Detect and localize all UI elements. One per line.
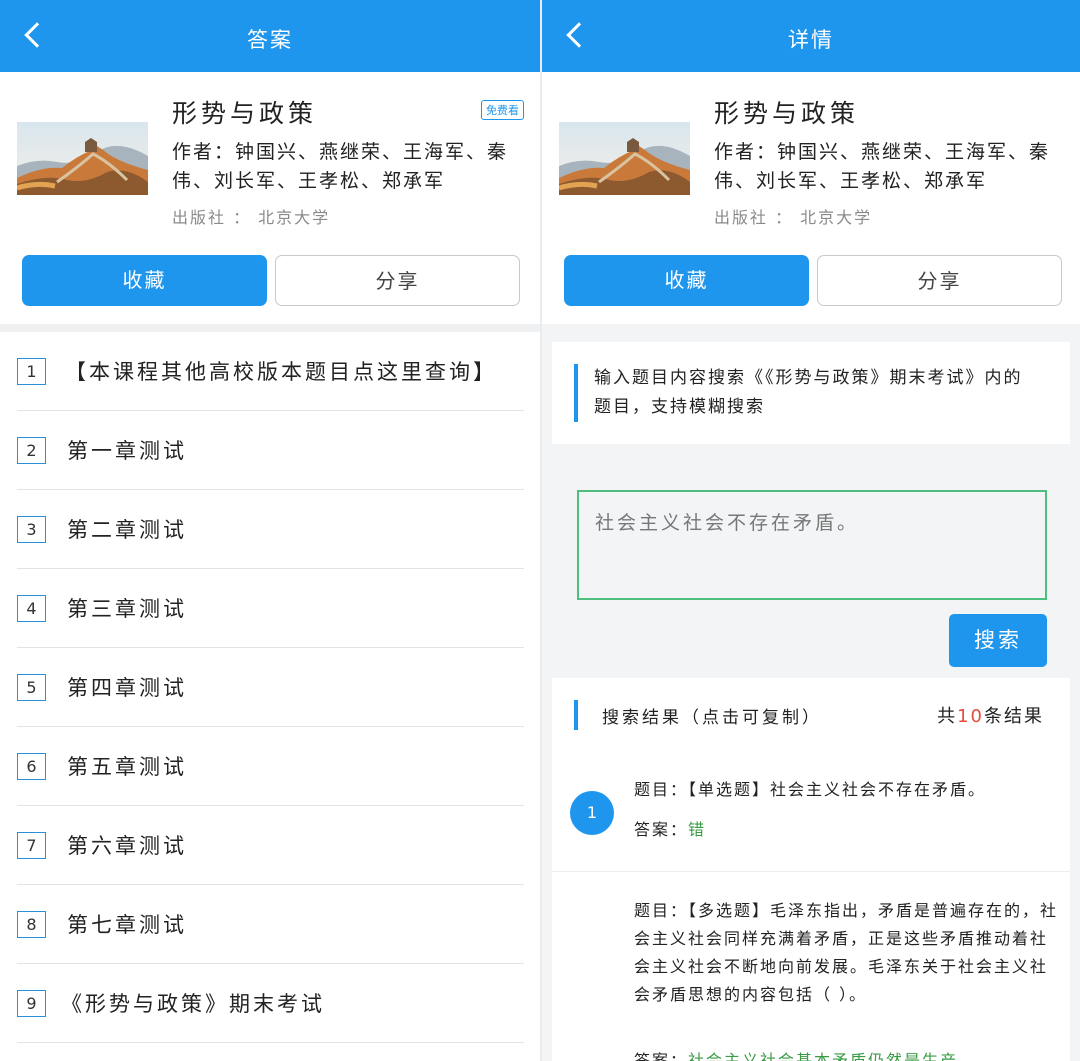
result-answer: 答案：错	[634, 816, 706, 840]
count-suffix: 条结果	[984, 706, 1044, 727]
list-item[interactable]: 6 第五章测试	[17, 727, 524, 806]
result-question: 题目：【单选题】社会主义社会不存在矛盾。	[634, 776, 1060, 804]
chapter-number: 1	[17, 358, 46, 385]
chapter-label: 【本课程其他高校版本题目点这里查询】	[65, 360, 497, 384]
top-bar: 详情	[542, 0, 1080, 72]
book-title: 形势与政策	[172, 99, 318, 128]
book-card: 形势与政策 免费看 作者：钟国兴、燕继荣、王海军、秦伟、刘长军、王孝松、郑承军 …	[0, 72, 540, 324]
chapter-label: 第七章测试	[67, 913, 187, 937]
chapter-label: 第三章测试	[67, 597, 187, 621]
chapter-number: 4	[17, 595, 46, 622]
chapter-number: 5	[17, 674, 46, 701]
chapter-label: 《形势与政策》期末考试	[61, 992, 325, 1016]
result-index-badge: 1	[570, 791, 614, 835]
share-button[interactable]: 分享	[817, 255, 1062, 306]
page-title: 答案	[247, 28, 293, 52]
list-item[interactable]: 2 第一章测试	[17, 411, 524, 490]
chapter-number: 3	[17, 516, 46, 543]
book-publisher: 出版社 ： 北京大学	[714, 208, 873, 227]
chapter-number: 6	[17, 753, 46, 780]
results-count: 共10条结果	[937, 702, 1044, 728]
result-answer: 答案：社会主义社会基本矛盾仍然是生产	[634, 1047, 958, 1061]
question-text: 【单选题】社会主义社会不存在矛盾。	[688, 780, 987, 799]
top-bar: 答案	[0, 0, 540, 72]
search-hint-panel: 输入题目内容搜索《《形势与政策》期末考试》内的题目，支持模糊搜索	[552, 342, 1070, 444]
search-input[interactable]: 社会主义社会不存在矛盾。	[577, 490, 1047, 600]
result-item[interactable]: 题目：【多选题】毛泽东指出，矛盾是普遍存在的，社会主义社会同样充满着矛盾，正是这…	[552, 873, 1070, 1061]
result-question: 题目：【多选题】毛泽东指出，矛盾是普遍存在的，社会主义社会同样充满着矛盾，正是这…	[634, 897, 1060, 1009]
chapter-list: 1 【本课程其他高校版本题目点这里查询】 2 第一章测试 3 第二章测试 4 第…	[0, 332, 540, 1043]
answer-label: 答案：	[634, 820, 689, 839]
question-label: 题目：	[634, 901, 689, 920]
list-item[interactable]: 5 第四章测试	[17, 648, 524, 727]
results-title: 搜索结果（点击可复制）	[602, 708, 822, 728]
answer-label: 答案：	[634, 1051, 689, 1061]
book-title: 形势与政策	[714, 99, 860, 128]
chapter-label: 第一章测试	[67, 439, 187, 463]
favorite-button[interactable]: 收藏	[22, 255, 267, 306]
chapter-label: 第二章测试	[67, 518, 187, 542]
search-hint-text: 输入题目内容搜索《《形势与政策》期末考试》内的题目，支持模糊搜索	[594, 368, 1023, 417]
result-item[interactable]: 1 题目：【单选题】社会主义社会不存在矛盾。 答案：错	[552, 768, 1070, 872]
accent-bar	[574, 700, 578, 730]
question-text: 【多选题】毛泽东指出，矛盾是普遍存在的，社会主义社会同样充满着矛盾，正是这些矛盾…	[634, 901, 1059, 1004]
book-cover-image[interactable]	[17, 122, 148, 195]
list-item[interactable]: 9 《形势与政策》期末考试	[17, 964, 524, 1043]
book-publisher: 出版社 ： 北京大学	[172, 208, 331, 227]
list-item[interactable]: 8 第七章测试	[17, 885, 524, 964]
free-badge: 免费看	[481, 100, 524, 120]
book-cover-image[interactable]	[559, 122, 690, 195]
count-prefix: 共	[937, 706, 958, 727]
page-title: 详情	[788, 28, 834, 52]
chapter-number: 7	[17, 832, 46, 859]
question-label: 题目：	[634, 780, 689, 799]
accent-bar	[574, 364, 578, 422]
favorite-button[interactable]: 收藏	[564, 255, 809, 306]
share-button[interactable]: 分享	[275, 255, 520, 306]
chapter-label: 第四章测试	[67, 676, 187, 700]
list-item[interactable]: 4 第三章测试	[17, 569, 524, 648]
chapter-number: 9	[17, 990, 46, 1017]
count-number: 10	[957, 706, 984, 727]
chapter-label: 第六章测试	[67, 834, 187, 858]
book-authors: 作者：钟国兴、燕继荣、王海军、秦伟、刘长军、王孝松、郑承军	[714, 141, 1051, 192]
list-item[interactable]: 7 第六章测试	[17, 806, 524, 885]
details-screen: 详情 形势与政策 作者：钟国兴、燕继荣、王海军、秦伟、刘长军、王孝松、郑承军 出…	[542, 0, 1080, 1061]
search-button[interactable]: 搜索	[949, 614, 1047, 667]
answers-screen: 答案 形势与政策 免费看 作者：钟国兴、燕继荣、王海军、秦伟、刘长军、王孝松、郑…	[0, 0, 540, 1061]
results-panel: 搜索结果（点击可复制） 共10条结果 1 题目：【单选题】社会主义社会不存在矛盾…	[552, 678, 1070, 1061]
book-authors: 作者：钟国兴、燕继荣、王海军、秦伟、刘长军、王孝松、郑承军	[172, 141, 509, 192]
chapter-number: 2	[17, 437, 46, 464]
chapter-number: 8	[17, 911, 46, 938]
list-item[interactable]: 1 【本课程其他高校版本题目点这里查询】	[17, 332, 524, 411]
book-card: 形势与政策 作者：钟国兴、燕继荣、王海军、秦伟、刘长军、王孝松、郑承军 出版社 …	[542, 72, 1080, 324]
list-item[interactable]: 3 第二章测试	[17, 490, 524, 569]
section-gap	[0, 324, 540, 332]
chapter-label: 第五章测试	[67, 755, 187, 779]
dual-screen: 答案 形势与政策 免费看 作者：钟国兴、燕继荣、王海军、秦伟、刘长军、王孝松、郑…	[0, 0, 1080, 1061]
answer-text: 错	[688, 820, 707, 839]
answer-text: 社会主义社会基本矛盾仍然是生产	[688, 1051, 959, 1061]
